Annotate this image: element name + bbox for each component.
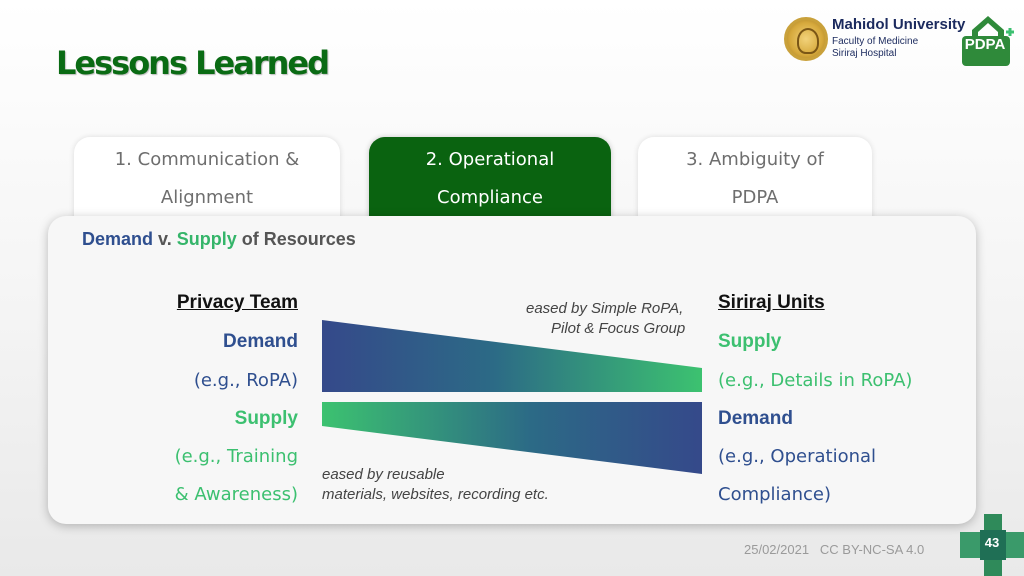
footer-license: CC BY-NC-SA 4.0 [819, 542, 925, 557]
right-demand-example-1: (e.g., Operational [718, 446, 877, 467]
right-demand-label: Demand [718, 408, 793, 429]
note-bottom-line2: materials, websites, recording etc. [322, 486, 549, 503]
tab-label-line2: Alignment [160, 187, 254, 208]
card-heading: Demand v. Supply of Resources [82, 229, 356, 250]
left-supply-example-1: (e.g., Training [174, 446, 298, 467]
page-number: 43 [984, 535, 1000, 550]
right-supply-example: (e.g., Details in RoPA) [718, 370, 913, 391]
footer-date: 25/02/2021 [744, 542, 810, 557]
university-name: Mahidol University [832, 16, 966, 33]
tab-label-line2: Compliance [437, 187, 543, 208]
tab-label-line1: 3. Ambiguity of [686, 149, 824, 170]
heading-rest: of Resources [236, 229, 356, 249]
faculty-name: Faculty of Medicine [832, 36, 919, 47]
heading-demand: Demand [82, 229, 154, 249]
supply-wedge-bottom [322, 402, 702, 474]
heading-supply: Supply [176, 229, 237, 249]
demand-supply-wedges [322, 320, 702, 474]
left-supply-example-2: & Awareness) [174, 484, 298, 505]
right-demand-example-2: Compliance) [718, 484, 831, 505]
footer-text: 25/02/2021 CC BY-NC-SA 4.0 [744, 542, 924, 557]
note-top-line2: Pilot & Focus Group [551, 320, 686, 337]
pdpa-badge-text: PDPA [964, 36, 1006, 53]
tab-label-line1: 2. Operational [425, 149, 555, 170]
note-bottom-line1: eased by reusable [322, 466, 445, 483]
right-supply-label: Supply [718, 331, 782, 352]
heading-v: v. [153, 229, 177, 249]
privacy-team-label: Privacy Team [176, 292, 298, 313]
slide-title: Lessons Learned [56, 44, 330, 82]
note-top-line1: eased by Simple RoPA, [526, 300, 684, 317]
left-demand-label: Demand [223, 331, 298, 352]
hospital-name: Siriraj Hospital [832, 48, 897, 59]
university-seal-icon [784, 17, 828, 61]
left-demand-example: (e.g., RoPA) [193, 370, 298, 391]
tab-label-line2: PDPA [731, 187, 779, 208]
left-supply-label: Supply [234, 408, 298, 429]
tab-label-line1: 1. Communication & [114, 149, 300, 170]
siriraj-units-label: Siriraj Units [718, 292, 825, 313]
